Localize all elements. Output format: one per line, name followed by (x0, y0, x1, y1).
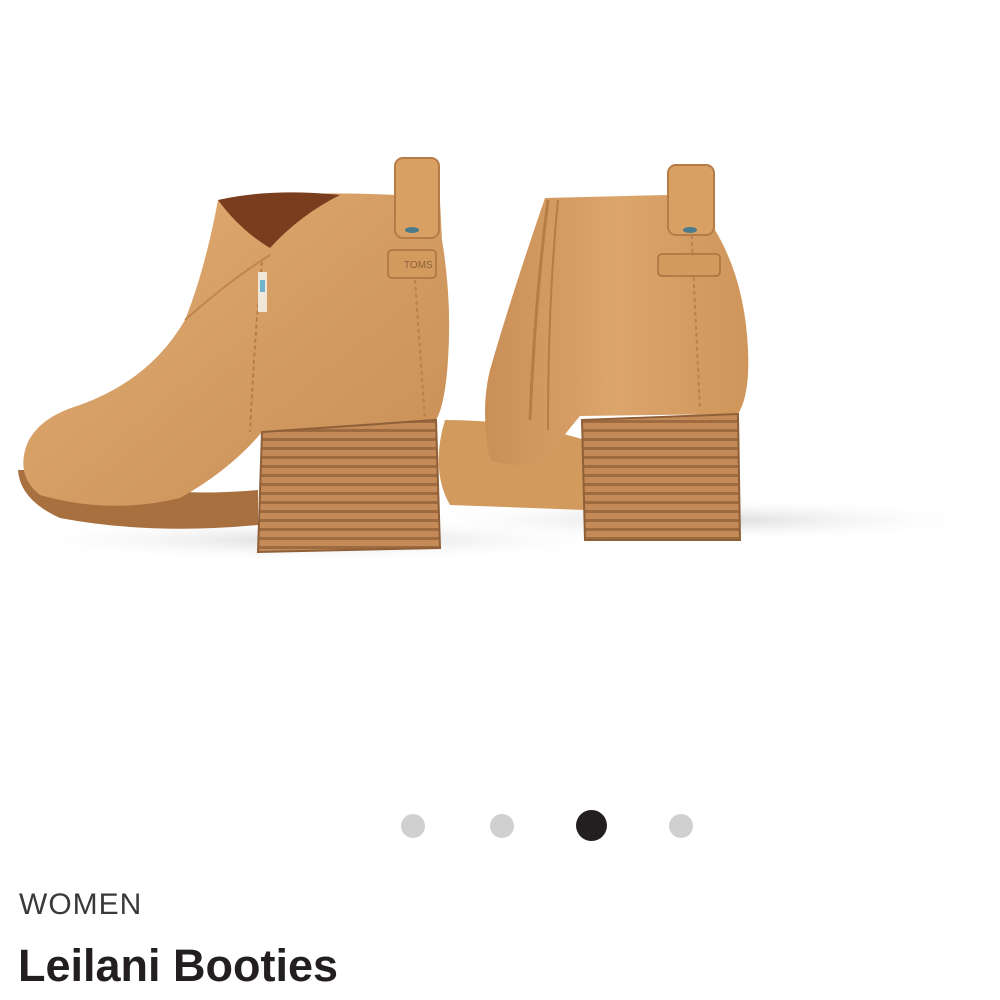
carousel-dot-3-active[interactable] (576, 810, 607, 841)
booties-photo: TOMS (0, 157, 1000, 562)
image-carousel-dots (0, 810, 1000, 842)
product-title: Leilani Booties (18, 940, 339, 991)
carousel-dot-4[interactable] (669, 814, 693, 838)
product-image[interactable]: TOMS (0, 0, 1000, 790)
left-bootie: TOMS (18, 157, 450, 554)
right-bootie (438, 164, 749, 541)
product-page: TOMS WOMEN Leilani Booties (0, 0, 1000, 1000)
heel-tag-text: TOMS (404, 260, 433, 271)
carousel-dot-1[interactable] (401, 814, 425, 838)
carousel-dot-2[interactable] (490, 814, 514, 838)
product-category: WOMEN (19, 888, 143, 921)
